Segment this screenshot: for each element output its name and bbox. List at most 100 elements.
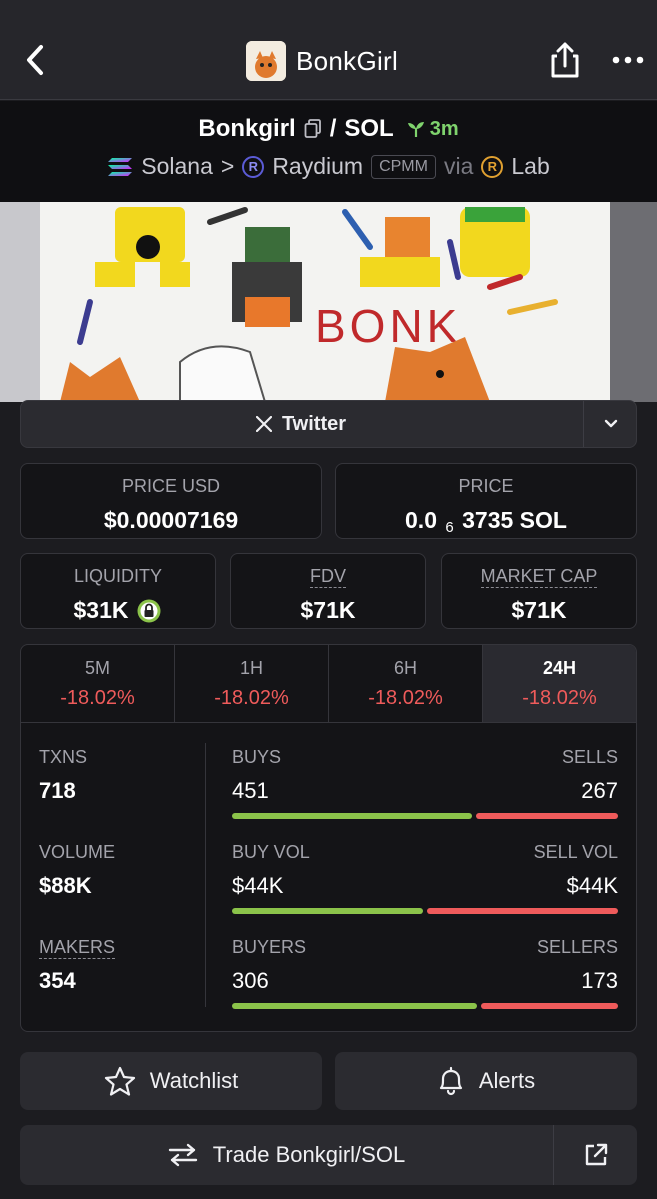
sells-label: SELLS: [561, 747, 618, 767]
trade-button[interactable]: Trade Bonkgirl/SOL: [20, 1125, 552, 1185]
stats-divider: [205, 743, 206, 1007]
makers-stat: MAKERS 354: [39, 937, 116, 994]
sell-vol-label: SELL VOL: [533, 842, 618, 862]
price-sol-label: PRICE: [458, 476, 514, 496]
price-sol-prefix: 0.0: [405, 507, 437, 533]
tab-change: -18.02%: [60, 687, 135, 709]
activity-panel: 5M -18.02% 1H -18.02% 6H -18.02% 24H -18…: [20, 644, 637, 1032]
tab-label: 5M: [84, 658, 110, 678]
chevron-left-icon: [27, 45, 43, 75]
market-cap-card: MARKET CAP $71K: [441, 553, 637, 629]
launchpad-name[interactable]: Lab: [511, 153, 549, 180]
volume-stat: VOLUME $88K: [39, 842, 115, 899]
sellers-label: SELLERS: [536, 937, 618, 957]
buy-vol-value: $44K: [232, 873, 284, 898]
price-usd-value: $0.00007169: [103, 507, 239, 533]
price-sol-card: PRICE 0.0 6 3735 SOL: [335, 463, 637, 539]
price-usd-label: PRICE USD: [121, 476, 220, 496]
share-button[interactable]: [547, 40, 583, 80]
tab-24h[interactable]: 24H -18.02%: [483, 645, 636, 722]
buyers-value: 306: [232, 968, 269, 993]
twitter-link[interactable]: Twitter: [21, 401, 581, 447]
more-options-button[interactable]: [610, 52, 646, 68]
open-external-button[interactable]: [553, 1125, 637, 1185]
tab-5m[interactable]: 5M -18.02%: [21, 645, 175, 722]
buy-vol-label: BUY VOL: [232, 842, 310, 862]
token-logo: [246, 41, 286, 81]
buyers-ratio-bar: [232, 1003, 618, 1009]
sells-value: 267: [581, 778, 618, 803]
lock-icon[interactable]: [136, 598, 162, 624]
back-button[interactable]: [18, 40, 52, 80]
twitter-link-bar: Twitter: [20, 400, 637, 448]
swap-arrows-icon: [168, 1143, 197, 1167]
top-bar: BonkGirl: [0, 0, 657, 100]
pair-age-value: 3m: [429, 117, 459, 140]
lab-icon: R: [481, 155, 504, 178]
sell-vol-value: $44K: [566, 873, 618, 898]
page-title: BonkGirl: [296, 45, 399, 76]
sprout-icon: [407, 122, 424, 137]
makers-value: 354: [39, 968, 76, 993]
banner-bonk-text: BONK: [315, 300, 461, 352]
tab-1h[interactable]: 1H -18.02%: [175, 645, 329, 722]
trade-label: Trade Bonkgirl/SOL: [212, 1142, 406, 1167]
pair-name-row: Bonkgirl / SOL 3m: [0, 115, 657, 143]
volume-split-row: BUY VOL SELL VOL $44K $44K: [232, 842, 618, 914]
alerts-button[interactable]: Alerts: [335, 1052, 637, 1110]
buyers-sellers-row: BUYERS SELLERS 306 173: [232, 937, 618, 1009]
breadcrumb-separator: >: [220, 153, 235, 179]
watchlist-button[interactable]: Watchlist: [20, 1052, 322, 1110]
fdv-value: $71K: [300, 597, 356, 623]
tab-6h[interactable]: 6H -18.02%: [329, 645, 483, 722]
tab-change: -18.02%: [368, 687, 443, 709]
banner-drawing: BONK: [0, 202, 657, 402]
tab-change: -18.02%: [522, 687, 597, 709]
watchlist-label: Watchlist: [149, 1068, 239, 1093]
share-icon: [551, 42, 579, 78]
external-link-icon: [585, 1143, 607, 1166]
fdv-label[interactable]: FDV: [310, 566, 346, 588]
pair-header: Bonkgirl / SOL 3m Solana > R Raydium CPM…: [0, 101, 657, 202]
solana-icon: [108, 157, 133, 176]
buys-value: 451: [232, 778, 269, 803]
tab-change: -18.02%: [214, 687, 289, 709]
quote-symbol: SOL: [344, 115, 394, 142]
liquidity-card: LIQUIDITY $31K: [20, 553, 216, 629]
txns-stat: TXNS 718: [39, 747, 87, 804]
fdv-card: FDV $71K: [230, 553, 426, 629]
x-logo-icon: [255, 416, 272, 432]
pair-separator: /: [329, 115, 337, 142]
sellers-bar: [480, 1003, 618, 1009]
tab-label: 1H: [239, 658, 263, 678]
sells-bar: [476, 813, 618, 819]
via-text: via: [443, 153, 474, 179]
timeframe-tabs: 5M -18.02% 1H -18.02% 6H -18.02% 24H -18…: [21, 645, 636, 723]
buys-bar: [232, 813, 473, 819]
pair-meta-row: Solana > R Raydium CPMM via R Lab: [0, 153, 657, 180]
tab-label: 6H: [393, 658, 417, 678]
market-cap-value: $71K: [511, 597, 567, 623]
market-cap-label[interactable]: MARKET CAP: [480, 566, 598, 588]
txns-label: TXNS: [39, 747, 88, 767]
alerts-label: Alerts: [478, 1068, 536, 1093]
raydium-icon: R: [242, 155, 265, 178]
chevron-down-icon: [604, 419, 617, 428]
price-sol-digits: 3735 SOL: [462, 507, 567, 533]
tab-label: 24H: [542, 658, 577, 678]
chain-name[interactable]: Solana: [141, 153, 213, 180]
makers-label[interactable]: MAKERS: [39, 937, 116, 959]
buys-sells-row: BUYS SELLS 451 267: [232, 747, 618, 819]
token-symbol[interactable]: Bonkgirl: [198, 115, 295, 143]
liquidity-label: LIQUIDITY: [73, 566, 162, 586]
socials-dropdown-toggle[interactable]: [583, 401, 637, 447]
star-icon: [104, 1066, 135, 1096]
trade-bar: Trade Bonkgirl/SOL: [20, 1125, 637, 1185]
pair-age: 3m: [406, 118, 459, 141]
dex-name[interactable]: Raydium: [272, 153, 363, 180]
app-title-group: BonkGirl: [246, 40, 398, 82]
pool-type-badge: CPMM: [371, 154, 436, 179]
buyers-label: BUYERS: [232, 937, 307, 957]
copy-icon[interactable]: [304, 119, 322, 139]
sell-vol-bar: [427, 908, 618, 914]
